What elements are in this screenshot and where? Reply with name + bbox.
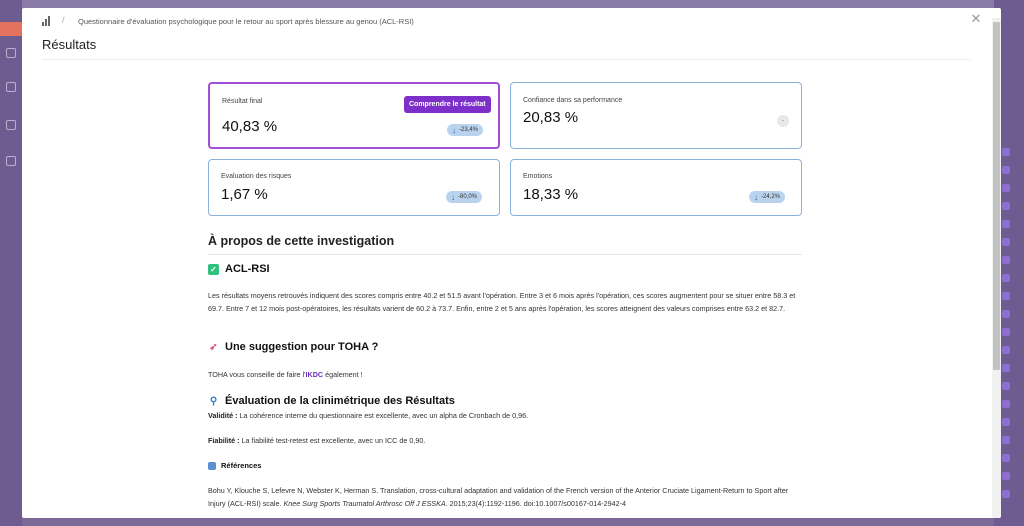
delta-value: -24,2%: [761, 194, 781, 200]
card-value: 18,33 %: [523, 186, 579, 203]
check-icon: ✓: [208, 263, 219, 275]
delta-badge: ↓ -80,0%: [446, 191, 483, 203]
card-label: Emotions: [523, 173, 553, 180]
results-modal: / Questionnaire d'évaluation psychologiq…: [22, 8, 1001, 518]
delta-value: -80,0%: [458, 194, 478, 200]
list-marker: [1002, 418, 1010, 426]
delta-badge: ↓ -23,4%: [447, 124, 484, 136]
card-performance-confidence: Confiance dans sa performance 20,83 % -: [510, 82, 802, 149]
background-sidebar: [0, 0, 22, 526]
list-marker: [1002, 310, 1010, 318]
card-value: 20,83 %: [523, 109, 579, 126]
clinimetry-heading-text: Évaluation de la clinimétrique des Résul…: [225, 395, 455, 407]
validity-value: La cohérence interne du questionnaire es…: [237, 411, 529, 420]
list-marker: [1002, 490, 1010, 498]
calendar-icon: [6, 120, 16, 130]
list-marker: [1002, 364, 1010, 372]
books-icon: [208, 461, 216, 470]
list-marker: [1002, 454, 1010, 462]
divider: [208, 254, 802, 255]
reference-journal: Knee Surg Sports Traumatol Arthrosc Off …: [283, 498, 446, 508]
close-icon[interactable]: ✕: [969, 12, 983, 26]
list-marker: [1002, 184, 1010, 192]
suggestion-prefix: TOHA vous conseille de faire l': [208, 370, 306, 379]
list-marker: [1002, 472, 1010, 480]
delta-value: -23,4%: [459, 127, 479, 133]
reliability-text: Fiabilité : La fiabilité test-retest est…: [208, 435, 802, 448]
arrow-down-icon: ↓: [451, 192, 455, 202]
reference-entry: Bohu Y, Klouche S, Lefevre N, Webster K,…: [208, 485, 802, 510]
card-emotions: Emotions 18,33 % ↓ -24,2%: [510, 159, 802, 216]
suggestion-heading: ➶ Une suggestion pour TOHA ?: [208, 341, 378, 353]
understand-result-button[interactable]: Comprendre le résultat: [404, 96, 491, 113]
arrow-down-icon: ↓: [452, 125, 456, 135]
card-risk-evaluation: Evaluation des risques 1,67 % ↓ -80,0%: [208, 159, 500, 216]
breadcrumb[interactable]: Questionnaire d'évaluation psychologique…: [78, 17, 414, 26]
list-marker: [1002, 202, 1010, 210]
page-title: Résultats: [42, 37, 97, 52]
ikdc-link[interactable]: IKDC: [306, 370, 324, 379]
clinimetry-heading: ⚲ Évaluation de la clinimétrique des Rés…: [208, 395, 455, 407]
arrow-down-icon: ↓: [754, 192, 758, 202]
acl-heading-text: ACL-RSI: [225, 263, 270, 275]
list-marker: [1002, 400, 1010, 408]
list-marker: [1002, 292, 1010, 300]
delta-badge: -: [777, 115, 789, 127]
modal-header: / Questionnaire d'évaluation psychologiq…: [22, 8, 1001, 36]
acl-description: Les résultats moyens retrouvés indiquent…: [208, 291, 796, 313]
magnifier-icon: ⚲: [209, 395, 218, 407]
list-marker: [1002, 382, 1010, 390]
rocket-icon: ➶: [209, 341, 218, 353]
suggestion-suffix: également !: [323, 370, 363, 379]
validity-text: Validité : La cohérence interne du quest…: [208, 410, 802, 423]
background-logo: [0, 22, 22, 36]
suggestion-heading-text: Une suggestion pour TOHA ?: [225, 341, 379, 353]
list-marker: [1002, 328, 1010, 336]
user-icon: [6, 82, 16, 92]
home-icon: [6, 48, 16, 58]
delta-badge: ↓ -24,2%: [749, 191, 786, 203]
background-topbar: [22, 0, 1024, 8]
list-marker: [1002, 256, 1010, 264]
card-label: Résultat final: [222, 98, 263, 105]
reliability-value: La fiabilité test-retest est excellente,…: [239, 436, 426, 445]
reference-tail: . 2015;23(4):1192-1196. doi:10.1007/s001…: [445, 498, 627, 508]
card-label: Evaluation des risques: [221, 173, 292, 180]
list-marker: [1002, 436, 1010, 444]
reliability-label: Fiabilité :: [208, 436, 240, 445]
about-title: À propos de cette investigation: [208, 234, 395, 248]
chart-icon: [6, 156, 16, 166]
references-heading-text: Références: [221, 461, 262, 470]
list-marker: [1002, 346, 1010, 354]
card-value: 1,67 %: [221, 186, 268, 203]
delta-value: -: [782, 118, 784, 124]
breadcrumb-separator: /: [62, 15, 65, 25]
bar-chart-icon: [42, 16, 52, 26]
card-final-result: Résultat final 40,83 % Comprendre le rés…: [208, 82, 500, 149]
validity-label: Validité :: [208, 411, 238, 420]
suggestion-text: TOHA vous conseille de faire l'IKDC égal…: [208, 369, 802, 382]
list-marker: [1002, 220, 1010, 228]
list-marker: [1002, 274, 1010, 282]
card-label: Confiance dans sa performance: [523, 97, 623, 104]
scrollbar[interactable]: [992, 18, 1001, 518]
scrollbar-thumb[interactable]: [993, 22, 1000, 370]
references-heading: Références: [208, 461, 261, 470]
acl-heading: ✓ ACL-RSI: [208, 263, 270, 275]
list-marker: [1002, 166, 1010, 174]
list-marker: [1002, 238, 1010, 246]
divider: [42, 59, 971, 60]
list-marker: [1002, 148, 1010, 156]
card-value: 40,83 %: [222, 118, 278, 135]
